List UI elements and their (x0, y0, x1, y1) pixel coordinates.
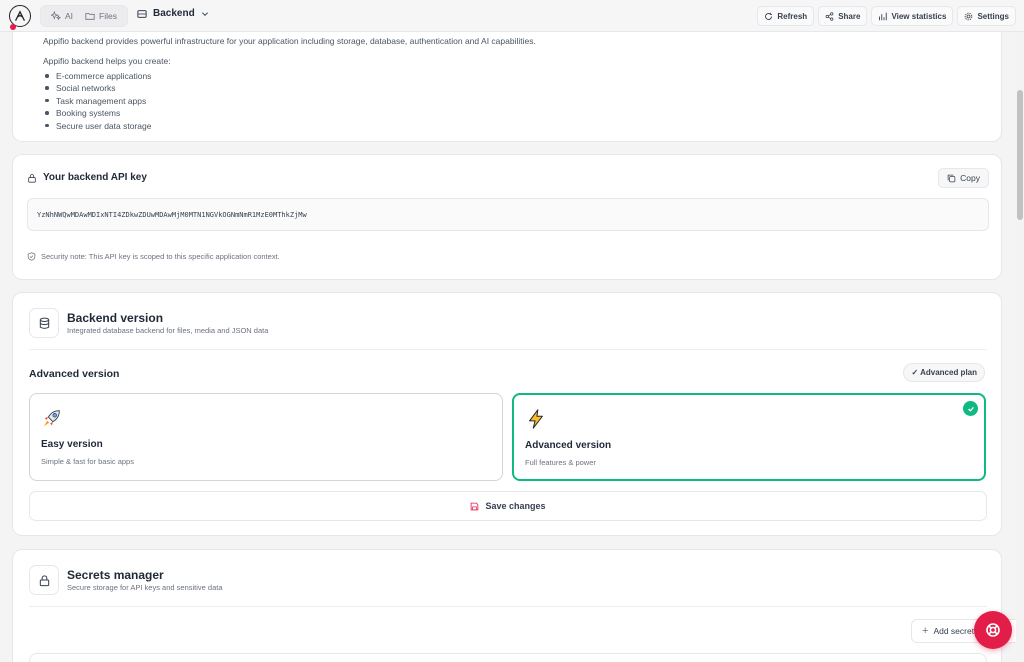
plus-icon: + (922, 625, 929, 637)
plan-badge: ✓ Advanced plan (903, 363, 985, 382)
top-bar: AI Files Backend Refresh Share View stat… (0, 0, 1024, 32)
bar-chart-icon (879, 12, 888, 20)
tab-files[interactable]: Files (79, 7, 123, 25)
server-icon (137, 9, 147, 18)
easy-version-title: Easy version (41, 439, 103, 450)
list-item: Social networks (43, 83, 151, 95)
backend-version-card: Backend version Integrated database back… (12, 292, 1002, 536)
helps-heading: Appifio backend helps you create: (43, 56, 171, 66)
view-statistics-label: View statistics (891, 11, 947, 21)
shield-icon (27, 252, 36, 261)
add-secret-label: Add secret (933, 626, 975, 636)
mode-switcher: AI Files (40, 5, 128, 27)
current-version-label: Advanced version (29, 368, 120, 380)
save-changes-button[interactable]: Save changes (29, 491, 987, 521)
divider (29, 606, 987, 607)
view-statistics-button[interactable]: View statistics (871, 6, 954, 26)
intro-card: Appifio backend provides powerful infras… (12, 22, 1002, 142)
divider (29, 349, 987, 350)
database-icon (29, 308, 59, 338)
help-fab-button[interactable] (974, 611, 1012, 649)
use-case-list: E-commerce applications Social networks … (43, 71, 151, 133)
easy-version-subtitle: Simple & fast for basic apps (41, 457, 134, 466)
backend-version-title: Backend version (67, 311, 164, 325)
top-actions: Refresh Share View statistics Settings (757, 6, 1016, 26)
lifebuoy-icon (986, 623, 1000, 637)
tab-ai-label: AI (65, 11, 74, 21)
gear-icon (965, 12, 973, 20)
share-icon (825, 11, 834, 21)
refresh-icon (765, 12, 773, 20)
backend-selector[interactable]: Backend (137, 8, 209, 19)
rocket-icon (43, 410, 60, 427)
refresh-label: Refresh (777, 11, 808, 21)
save-changes-label: Save changes (485, 501, 546, 511)
security-note-text: Security note: This API key is scoped to… (41, 252, 280, 261)
share-button[interactable]: Share (818, 6, 868, 26)
secrets-list (29, 653, 987, 662)
sparkles-icon (51, 11, 61, 21)
tab-files-label: Files (99, 11, 117, 21)
secrets-manager-card: Secrets manager Secure storage for API k… (12, 549, 1021, 662)
copy-icon (947, 174, 956, 182)
list-item: Booking systems (43, 108, 151, 120)
list-item: E-commerce applications (43, 71, 151, 83)
folder-icon (85, 13, 95, 20)
settings-button[interactable]: Settings (957, 6, 1016, 26)
save-icon (471, 502, 479, 510)
page-scrollbar[interactable] (1016, 32, 1024, 662)
api-key-title-text: Your backend API key (43, 172, 147, 183)
backend-version-subtitle: Integrated database backend for files, m… (67, 326, 269, 335)
chevron-down-icon (201, 11, 208, 16)
check-icon (963, 401, 978, 416)
lock-icon (29, 565, 59, 595)
secrets-title: Secrets manager (67, 568, 164, 582)
api-key-card: Your backend API key Copy YzNhNWQwMDAwMD… (12, 154, 1002, 280)
advanced-version-subtitle: Full features & power (525, 458, 596, 467)
share-label: Share (838, 11, 861, 21)
secrets-subtitle: Secure storage for API keys and sensitiv… (67, 583, 223, 592)
lock-icon (28, 173, 36, 183)
settings-label: Settings (977, 11, 1009, 21)
list-item: Task management apps (43, 96, 151, 108)
intro-description: Appifio backend provides powerful infras… (43, 36, 536, 46)
scrollbar-thumb[interactable] (1017, 90, 1023, 220)
advanced-version-option[interactable]: Advanced version Full features & power (512, 393, 986, 481)
advanced-version-title: Advanced version (525, 440, 612, 451)
api-key-title: Your backend API key (27, 172, 147, 183)
security-note: Security note: This API key is scoped to… (27, 252, 280, 261)
api-key-field[interactable]: YzNhNWQwMDAwMDIxNTI4ZDkwZDUwMDAwMjM0MTN1… (27, 198, 989, 231)
notification-dot (10, 24, 16, 30)
list-item: Secure user data storage (43, 121, 151, 133)
tab-ai[interactable]: AI (45, 7, 79, 25)
copy-label: Copy (960, 173, 980, 183)
refresh-button[interactable]: Refresh (757, 6, 815, 26)
copy-button[interactable]: Copy (938, 168, 989, 188)
backend-selector-label: Backend (153, 8, 195, 19)
easy-version-option[interactable]: Easy version Simple & fast for basic app… (29, 393, 503, 481)
lightning-icon (529, 409, 543, 429)
